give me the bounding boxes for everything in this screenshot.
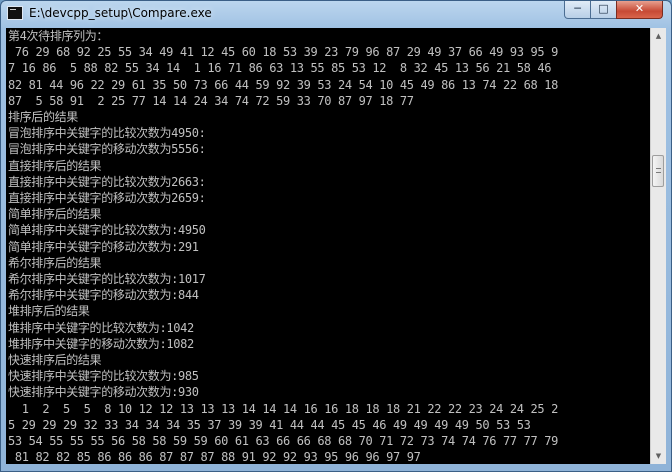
console-line: 堆排序中关键字的比较次数为:1042	[8, 320, 194, 335]
console-line: 希尔排序后的结果	[8, 255, 102, 270]
console-line: 堆排序中关键字的移动次数为:1082	[8, 336, 194, 351]
console-line: 82 81 44 96 22 29 61 35 50 73 66 44 59 9…	[8, 77, 558, 92]
console-output[interactable]: 第4次待排序列为： 76 29 68 92 25 55 34 49 41 12 …	[6, 28, 650, 464]
console-line: 快速排序中关键字的移动次数为:930	[8, 385, 199, 400]
scrollbar-thumb[interactable]	[652, 155, 664, 187]
console-line: 冒泡排序中关键字的比较次数为4950:	[8, 126, 206, 141]
scroll-up-icon[interactable]: ▲	[651, 28, 666, 44]
console-line: 87 5 58 91 2 25 77 14 14 24 34 74 72 59 …	[8, 93, 414, 108]
console-line: 冒泡排序中关键字的移动次数为5556:	[8, 142, 206, 157]
maximize-button[interactable]: □	[590, 1, 617, 19]
console-line: 53 54 55 55 55 56 58 58 59 59 60 61 63 6…	[8, 434, 558, 448]
console-line: 快速排序后的结果	[8, 353, 102, 367]
console-line: 81 82 82 85 86 86 86 87 87 87 88 91 92 9…	[8, 450, 421, 464]
console-line: 直接排序后的结果	[8, 158, 102, 173]
console-app-icon[interactable]	[7, 6, 23, 20]
console-line: 希尔排序中关键字的比较次数为:1017	[8, 272, 206, 286]
console-line: 简单排序后的结果	[8, 207, 102, 222]
minimize-button[interactable]: ─	[564, 1, 591, 19]
title-bar[interactable]: E:\devcpp_setup\Compare.exe ─ □ ✕	[1, 1, 671, 27]
close-button[interactable]: ✕	[616, 1, 663, 19]
console-line: 希尔排序中关键字的移动次数为:844	[8, 288, 199, 303]
console-line: 1 2 5 5 8 10 12 12 13 13 13 14 14 14 16 …	[8, 401, 559, 416]
console-window: E:\devcpp_setup\Compare.exe ─ □ ✕ 第4次待排序…	[0, 0, 672, 472]
console-line: 直接排序中关键字的移动次数为2659:	[8, 191, 206, 205]
scroll-down-icon[interactable]: ▼	[651, 448, 666, 464]
console-line: 第4次待排序列为：	[8, 29, 109, 43]
console-line: 76 29 68 92 25 55 34 49 41 12 45 60 18 5…	[8, 45, 558, 60]
console-line: 简单排序中关键字的比较次数为:4950	[8, 223, 206, 238]
vertical-scrollbar[interactable]: ▲ ▼	[650, 28, 666, 464]
console-line: 5 29 29 29 32 33 34 34 34 35 37 39 39 41…	[8, 417, 531, 432]
console-line: 直接排序中关键字的比较次数为2663:	[8, 174, 206, 189]
console-line: 堆排序后的结果	[8, 304, 90, 319]
window-title: E:\devcpp_setup\Compare.exe	[29, 6, 212, 20]
console-line: 简单排序中关键字的移动次数为:291	[8, 239, 199, 254]
console-line: 7 16 86 5 88 82 55 34 14 1 16 71 86 63 1…	[8, 61, 552, 76]
console-line: 排序后的结果	[8, 110, 78, 124]
console-line: 快速排序中关键字的比较次数为:985	[8, 369, 199, 384]
